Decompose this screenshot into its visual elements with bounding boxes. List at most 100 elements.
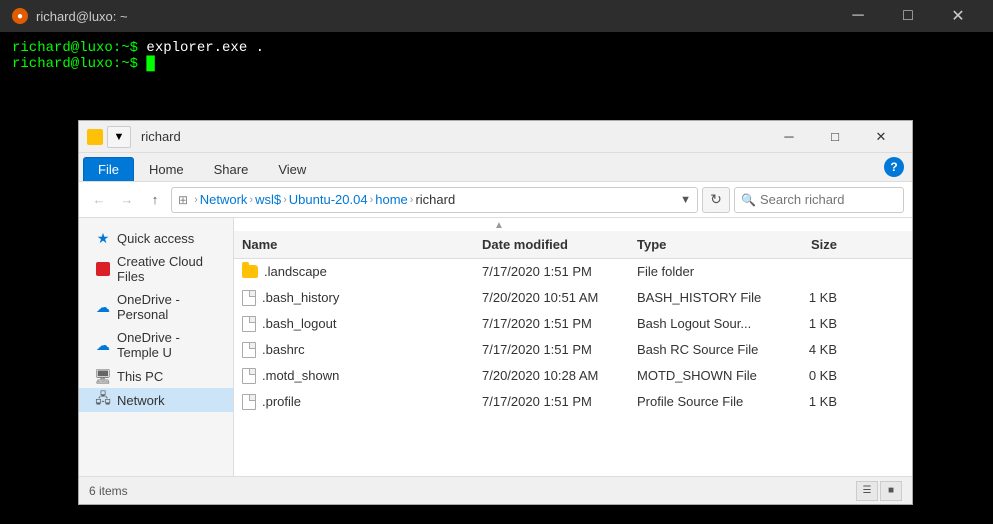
terminal-prompt-1: richard@luxo:~$ — [12, 40, 146, 56]
pc-icon: ⊞ — [178, 193, 188, 207]
explorer-maximize-btn[interactable]: □ — [812, 121, 858, 153]
refresh-button[interactable]: ↻ — [702, 187, 730, 213]
sidebar-item-onedrive-temple[interactable]: ☁ OneDrive - Temple U — [79, 326, 233, 364]
file-size-profile: 1 KB — [777, 394, 837, 409]
tab-view[interactable]: View — [263, 157, 321, 181]
tab-file[interactable]: File — [83, 157, 134, 181]
terminal-titlebar: ● richard@luxo: ~ ─ □ ✕ — [0, 0, 993, 32]
sidebar-item-this-pc[interactable]: 🖥 This PC — [79, 364, 233, 388]
forward-button[interactable]: → — [115, 188, 139, 212]
sidebar-label-creative-cloud: Creative Cloud Files — [117, 254, 225, 284]
file-size-motd-shown: 0 KB — [777, 368, 837, 383]
file-name-profile: .profile — [242, 394, 482, 410]
file-name-bash-history: .bash_history — [242, 290, 482, 306]
doc-icon — [242, 394, 256, 410]
doc-icon — [242, 290, 256, 306]
file-date-motd-shown: 7/20/2020 10:28 AM — [482, 368, 637, 383]
file-date-bashrc: 7/17/2020 1:51 PM — [482, 342, 637, 357]
terminal-body: richard@luxo:~$ explorer.exe . richard@l… — [0, 32, 993, 80]
creative-cloud-icon — [95, 261, 111, 277]
col-header-name[interactable]: Name — [242, 237, 482, 252]
address-path[interactable]: ⊞ › Network › wsl$ › Ubuntu-20.04 › home… — [171, 187, 698, 213]
help-button[interactable]: ? — [884, 157, 904, 177]
file-type-bashrc: Bash RC Source File — [637, 342, 777, 357]
tab-share[interactable]: Share — [199, 157, 264, 181]
file-row-bashrc[interactable]: .bashrc 7/17/2020 1:51 PM Bash RC Source… — [234, 337, 912, 363]
file-row-bash-logout[interactable]: .bash_logout 7/17/2020 1:51 PM Bash Logo… — [234, 311, 912, 337]
breadcrumb-wsl[interactable]: wsl$ — [255, 192, 281, 207]
breadcrumb-network[interactable]: Network — [200, 192, 248, 207]
terminal-close-btn[interactable]: ✕ — [935, 0, 981, 32]
breadcrumb-ubuntu[interactable]: Ubuntu-20.04 — [289, 192, 368, 207]
explorer-minimize-btn[interactable]: ─ — [766, 121, 812, 153]
terminal-minimize-btn[interactable]: ─ — [835, 0, 881, 32]
sidebar-label-this-pc: This PC — [117, 369, 163, 384]
file-row-profile[interactable]: .profile 7/17/2020 1:51 PM Profile Sourc… — [234, 389, 912, 415]
file-row-bash-history[interactable]: .bash_history 7/20/2020 10:51 AM BASH_HI… — [234, 285, 912, 311]
terminal-title: richard@luxo: ~ — [36, 9, 827, 24]
sidebar-item-quick-access[interactable]: ★ Quick access — [79, 226, 233, 250]
explorer-close-btn[interactable]: ✕ — [858, 121, 904, 153]
doc-icon — [242, 368, 256, 384]
up-button[interactable]: ↑ — [143, 188, 167, 212]
doc-icon — [242, 316, 256, 332]
file-type-bash-history: BASH_HISTORY File — [637, 290, 777, 305]
explorer-titlebar: ▼ richard ─ □ ✕ — [79, 121, 912, 153]
sidebar-item-creative-cloud[interactable]: Creative Cloud Files — [79, 250, 233, 288]
file-pane: ▲ Name Date modified Type Size .landscap… — [234, 218, 912, 476]
onedrive-temple-icon: ☁ — [95, 337, 111, 353]
terminal-maximize-btn[interactable]: □ — [885, 0, 931, 32]
terminal-line-1: richard@luxo:~$ explorer.exe . — [12, 40, 981, 56]
ribbon-tabs-row: File Home Share View ? — [79, 153, 912, 181]
explorer-folder-icon — [87, 129, 103, 145]
terminal-command-1: explorer.exe . — [146, 40, 264, 56]
file-row-motd-shown[interactable]: .motd_shown 7/20/2020 10:28 AM MOTD_SHOW… — [234, 363, 912, 389]
explorer-title-icons: ▼ — [87, 126, 131, 148]
file-date-bash-logout: 7/17/2020 1:51 PM — [482, 316, 637, 331]
file-table-header: Name Date modified Type Size — [234, 231, 912, 259]
sidebar-label-network: Network — [117, 393, 165, 408]
col-header-type[interactable]: Type — [637, 237, 777, 252]
sidebar-label-onedrive-temple: OneDrive - Temple U — [117, 330, 225, 360]
sidebar: ★ Quick access Creative Cloud Files ☁ On… — [79, 218, 234, 476]
search-input[interactable] — [760, 192, 890, 207]
explorer-window-controls: ─ □ ✕ — [766, 121, 904, 153]
file-date-profile: 7/17/2020 1:51 PM — [482, 394, 637, 409]
network-icon: 🖧 — [95, 392, 111, 408]
details-view-btn[interactable]: ☰ — [856, 481, 878, 501]
sidebar-item-network[interactable]: 🖧 Network — [79, 388, 233, 412]
explorer-window-title: richard — [141, 129, 760, 144]
sort-arrow-row: ▲ — [234, 218, 912, 231]
file-name-motd-shown: .motd_shown — [242, 368, 482, 384]
breadcrumb-home[interactable]: home — [375, 192, 408, 207]
tab-home[interactable]: Home — [134, 157, 199, 181]
search-icon: 🔍 — [741, 193, 756, 207]
terminal-app-icon: ● — [12, 8, 28, 24]
ribbon-tabs: File Home Share View — [79, 153, 325, 181]
file-name-landscape: .landscape — [242, 264, 482, 279]
onedrive-personal-icon: ☁ — [95, 299, 111, 315]
terminal-line-2: richard@luxo:~$ █ — [12, 56, 981, 72]
file-type-profile: Profile Source File — [637, 394, 777, 409]
sidebar-item-onedrive-personal[interactable]: ☁ OneDrive - Personal — [79, 288, 233, 326]
file-date-bash-history: 7/20/2020 10:51 AM — [482, 290, 637, 305]
file-size-bash-history: 1 KB — [777, 290, 837, 305]
view-buttons: ☰ ■ — [856, 481, 902, 501]
quick-access-toolbar-btn[interactable]: ▼ — [107, 126, 131, 148]
file-type-landscape: File folder — [637, 264, 777, 279]
file-row-landscape[interactable]: .landscape 7/17/2020 1:51 PM File folder — [234, 259, 912, 285]
back-button[interactable]: ← — [87, 188, 111, 212]
folder-icon — [242, 265, 258, 278]
file-size-bashrc: 4 KB — [777, 342, 837, 357]
explorer-window: ▼ richard ─ □ ✕ File Home Share View ? ←… — [78, 120, 913, 505]
sidebar-label-onedrive-personal: OneDrive - Personal — [117, 292, 225, 322]
col-header-date[interactable]: Date modified — [482, 237, 637, 252]
search-box[interactable]: 🔍 — [734, 187, 904, 213]
file-type-bash-logout: Bash Logout Sour... — [637, 316, 777, 331]
address-chevron-icon[interactable]: ▼ — [680, 194, 691, 206]
large-icons-view-btn[interactable]: ■ — [880, 481, 902, 501]
file-table: Name Date modified Type Size .landscape … — [234, 231, 912, 476]
col-header-size[interactable]: Size — [777, 237, 837, 252]
sidebar-label-quick-access: Quick access — [117, 231, 194, 246]
address-bar: ← → ↑ ⊞ › Network › wsl$ › Ubuntu-20.04 … — [79, 182, 912, 218]
